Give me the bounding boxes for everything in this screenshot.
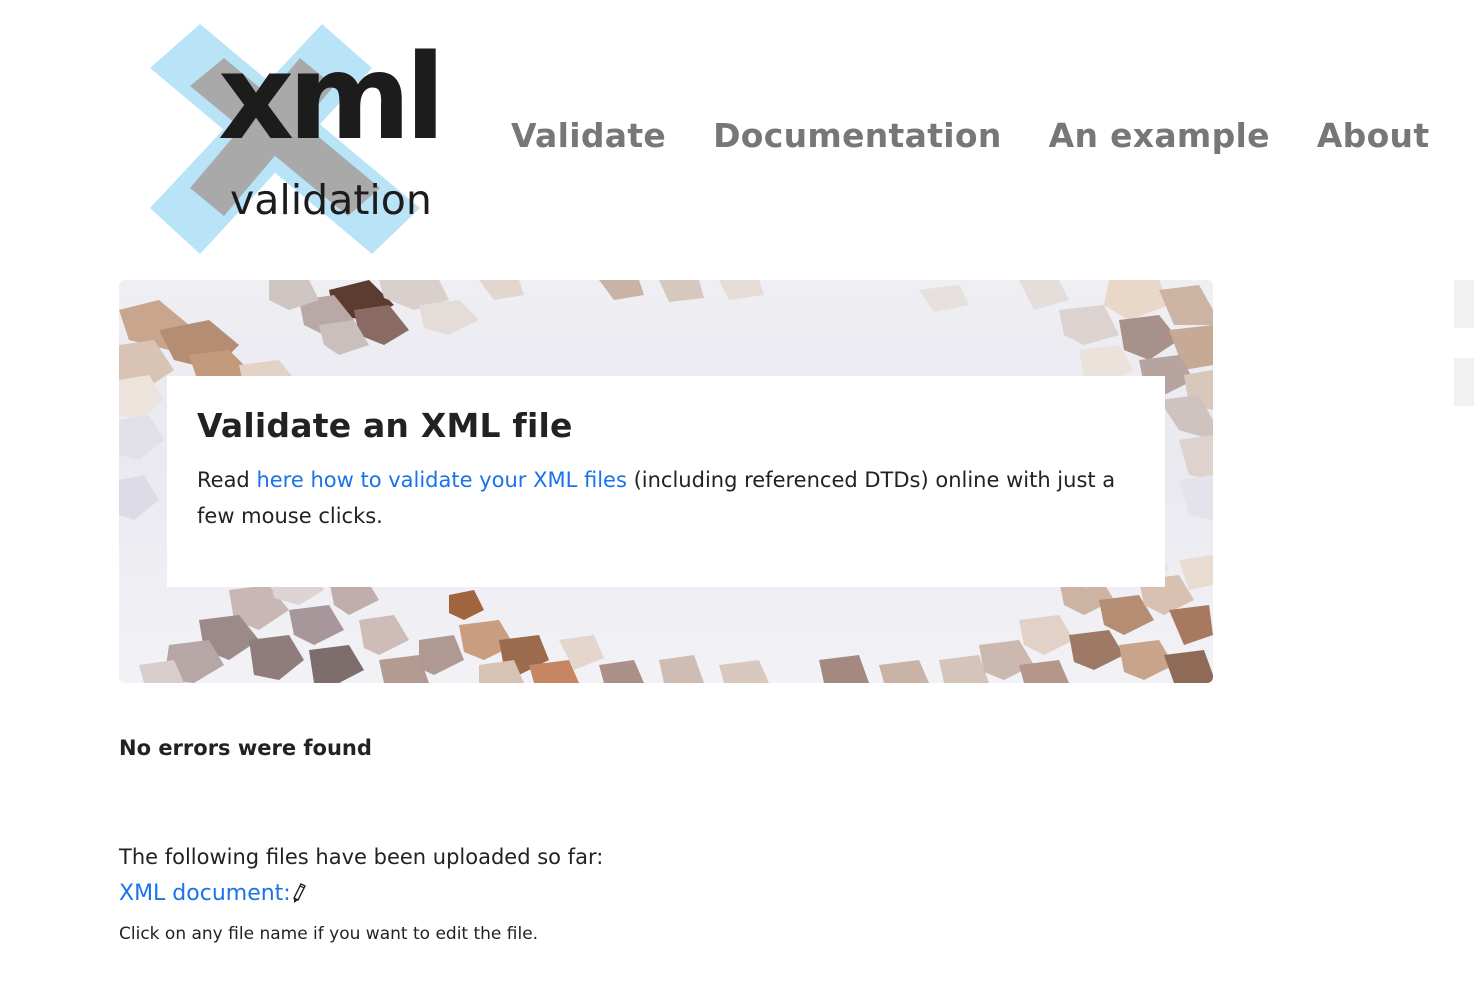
nav-an-example[interactable]: An example — [1049, 116, 1270, 155]
validation-status: No errors were found — [119, 736, 372, 760]
hero-text-before: Read — [197, 468, 257, 492]
page: xml validation Validate Documentation An e… — [0, 0, 1474, 1000]
xml-document-link[interactable]: XML document: — [119, 881, 291, 906]
sidebar-stub-bottom[interactable] — [1454, 358, 1474, 406]
sidebar-stub-top[interactable] — [1454, 280, 1474, 328]
validation-howto-link[interactable]: here how to validate your XML files — [256, 468, 626, 492]
edit-file-hint: Click on any file name if you want to ed… — [119, 924, 539, 944]
hero-card: Validate an XML file Read here how to va… — [167, 376, 1165, 587]
logo-xml-text: xml — [218, 28, 446, 166]
logo-validation-text: validation — [230, 176, 432, 224]
hero-description: Read here how to validate your XML files… — [197, 462, 1137, 534]
nav-validate[interactable]: Validate — [511, 116, 666, 155]
hero-banner: Validate an XML file Read here how to va… — [119, 280, 1213, 683]
nav-documentation[interactable]: Documentation — [713, 116, 1002, 155]
site-logo[interactable]: xml validation — [140, 18, 460, 263]
uploaded-files-intro: The following files have been uploaded s… — [119, 845, 604, 869]
main-nav: ValidateDocumentationAn exampleAboutPr — [511, 116, 1474, 166]
hero-title: Validate an XML file — [197, 406, 573, 445]
pencil-icon[interactable] — [292, 883, 306, 909]
nav-about[interactable]: About — [1317, 116, 1430, 155]
uploaded-file-item: XML document: — [119, 881, 306, 909]
